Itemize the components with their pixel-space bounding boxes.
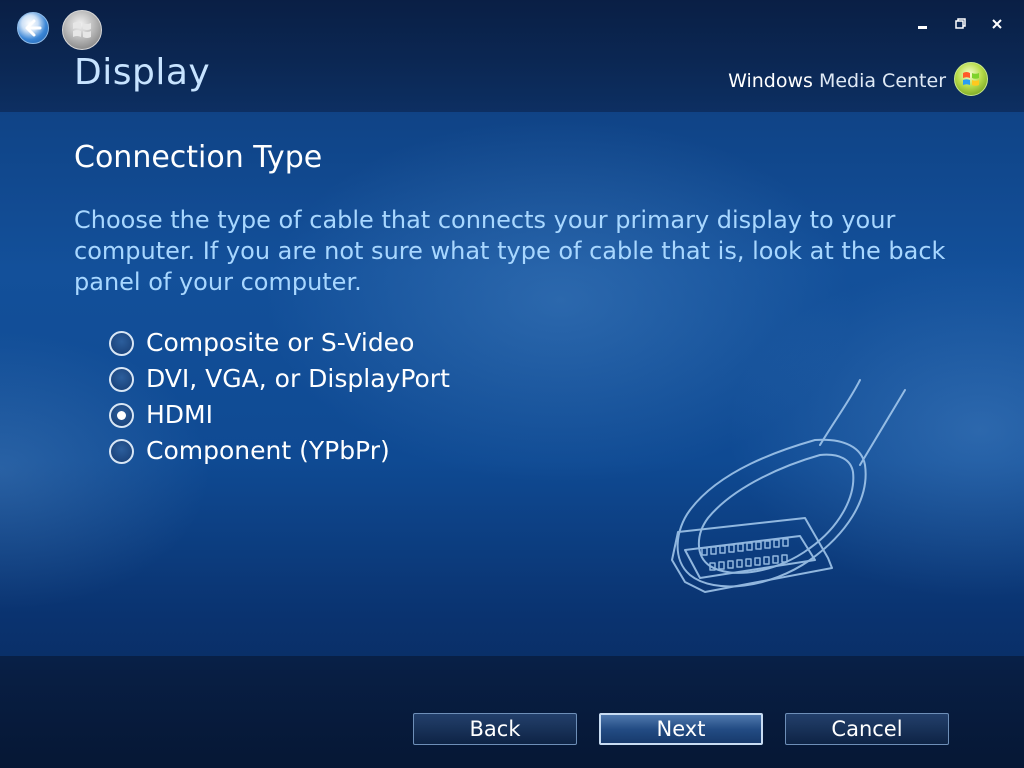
restore-button[interactable] <box>950 14 972 34</box>
radio-selected-dot <box>117 411 126 420</box>
windows-start-icon <box>73 22 91 38</box>
minimize-button[interactable] <box>912 14 934 34</box>
radio-button[interactable] <box>109 331 134 356</box>
windows-flag-logo-icon <box>954 62 988 96</box>
hdmi-cable-icon <box>660 360 950 634</box>
close-button[interactable] <box>986 14 1008 34</box>
option-label: DVI, VGA, or DisplayPort <box>146 364 450 393</box>
back-arrow-icon <box>25 19 42 37</box>
option-dvi-vga-displayport[interactable]: DVI, VGA, or DisplayPort <box>109 363 569 399</box>
minimize-icon <box>918 26 927 29</box>
radio-button-selected[interactable] <box>109 403 134 428</box>
back-arrow-button[interactable] <box>17 12 49 44</box>
brand-name-light: Media Center <box>812 70 946 92</box>
section-title: Connection Type <box>74 140 323 175</box>
restore-icon <box>955 18 966 29</box>
brand-name: Windows Media Center <box>728 70 946 92</box>
next-button[interactable]: Next <box>599 713 763 745</box>
option-component[interactable]: Component (YPbPr) <box>109 435 569 471</box>
brand: Windows Media Center <box>728 62 988 102</box>
window-controls <box>912 14 1008 34</box>
cancel-button[interactable]: Cancel <box>785 713 949 745</box>
connection-type-options: Composite or S-Video DVI, VGA, or Displa… <box>109 327 569 471</box>
option-hdmi[interactable]: HDMI <box>109 399 569 435</box>
bottom-bar <box>0 656 1024 768</box>
radio-button[interactable] <box>109 367 134 392</box>
page-title: Display <box>74 52 211 93</box>
brand-name-bold: Windows <box>728 70 813 92</box>
option-label: Composite or S-Video <box>146 328 415 357</box>
close-icon <box>992 19 1002 29</box>
option-label: Component (YPbPr) <box>146 436 390 465</box>
back-button[interactable]: Back <box>413 713 577 745</box>
windows-start-button[interactable] <box>62 10 102 50</box>
radio-button[interactable] <box>109 439 134 464</box>
description-text: Choose the type of cable that connects y… <box>74 206 946 296</box>
option-composite[interactable]: Composite or S-Video <box>109 327 569 363</box>
option-label: HDMI <box>146 400 213 429</box>
